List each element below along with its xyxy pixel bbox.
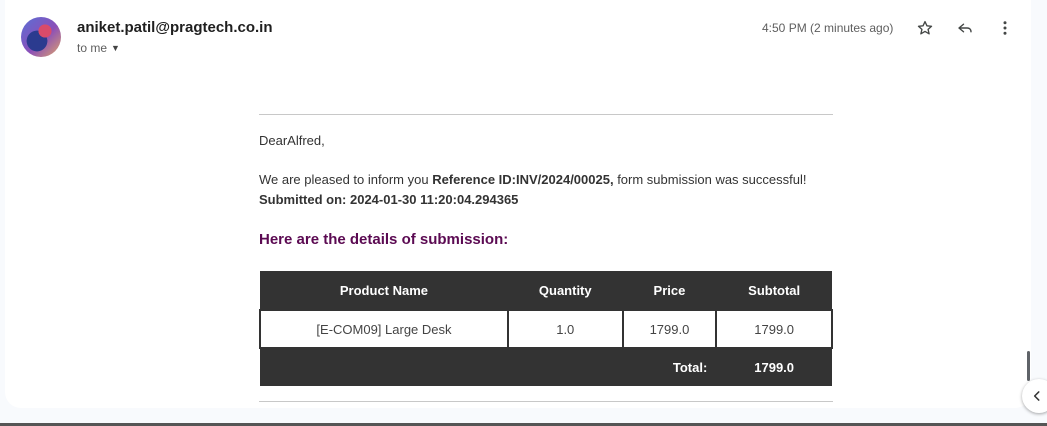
sender-email[interactable]: aniket.patil@pragtech.co.in: [77, 19, 273, 36]
details-heading: Here are the details of submission:: [259, 231, 509, 248]
cell-quantity: 1.0: [506, 309, 624, 349]
intro-prefix: We are pleased to inform you: [259, 172, 433, 187]
total-value: 1799.0: [716, 348, 832, 386]
cell-price: 1799.0: [621, 309, 718, 349]
table-row: [E-COM09] Large Desk 1.0 1799.0 1799.0: [259, 309, 833, 349]
top-divider: [259, 114, 833, 115]
sender-avatar[interactable]: [21, 17, 61, 57]
recipient-details[interactable]: to me ▼: [77, 41, 120, 55]
more-options-button[interactable]: [992, 15, 1018, 41]
reply-icon: [958, 23, 972, 33]
column-header-price: Price: [622, 271, 717, 310]
intro-suffix: form submission was successful!: [613, 172, 807, 187]
side-panel-toggle-button[interactable]: [1022, 379, 1047, 413]
reference-id: Reference ID:INV/2024/00025,: [432, 172, 614, 187]
chevron-down-icon[interactable]: ▼: [111, 43, 120, 53]
column-header-product-name: Product Name: [260, 271, 508, 310]
column-header-quantity: Quantity: [507, 271, 623, 310]
total-label: Total:: [260, 348, 717, 386]
recipient-label: to me: [77, 41, 108, 55]
more-vert-icon: [1003, 21, 1007, 35]
scrollbar-thumb[interactable]: [1027, 351, 1030, 381]
bottom-divider: [259, 401, 833, 402]
total-row: Total: 1799.0: [260, 348, 832, 386]
intro-paragraph: We are pleased to inform you Reference I…: [259, 172, 806, 187]
greeting: DearAlfred,: [259, 133, 325, 148]
star-icon: [917, 20, 933, 35]
cell-product-name: [E-COM09] Large Desk: [259, 309, 509, 349]
submitted-on: Submitted on: 2024-01-30 11:20:04.294365: [259, 192, 519, 207]
cell-subtotal: 1799.0: [715, 309, 833, 349]
column-header-subtotal: Subtotal: [716, 271, 832, 310]
message-timestamp: 4:50 PM (2 minutes ago): [762, 21, 894, 35]
star-button[interactable]: [912, 15, 938, 41]
chevron-left-icon: [1033, 391, 1040, 401]
table-header-row: Product Name Quantity Price Subtotal: [260, 271, 832, 310]
reply-button[interactable]: [952, 15, 978, 41]
submission-details-table: Product Name Quantity Price Subtotal [E-…: [259, 271, 833, 386]
